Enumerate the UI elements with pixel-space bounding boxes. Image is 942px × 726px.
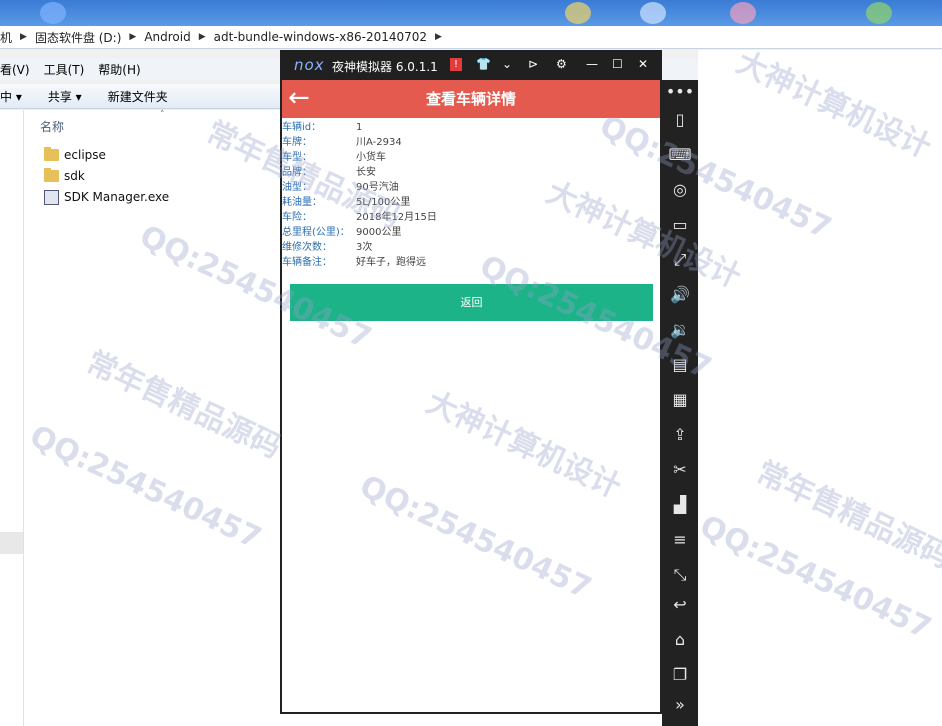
- exe-icon: [44, 189, 59, 205]
- taskbar-icon[interactable]: [730, 2, 756, 24]
- resize-icon[interactable]: ⤡: [662, 565, 698, 585]
- navigation-pane[interactable]: [0, 110, 24, 726]
- detail-label: 维修次数：: [282, 242, 332, 253]
- chevron-right-icon[interactable]: ▶: [20, 32, 27, 42]
- file-name: SDK Manager.exe: [64, 190, 170, 204]
- emulator-title: 夜神模拟器 6.0.1.1: [332, 60, 438, 74]
- minimize-icon[interactable]: —: [586, 57, 598, 71]
- breadcrumb-item[interactable]: 固态软件盘 (D:): [35, 29, 121, 46]
- address-bar[interactable]: 机 ▶ 固态软件盘 (D:) ▶ Android ▶ adt-bundle-windo…: [0, 26, 942, 49]
- nox-logo: nox: [294, 56, 325, 74]
- breadcrumb-item[interactable]: Android: [144, 30, 190, 44]
- page-title: 查看车辆详情: [425, 90, 516, 108]
- shirt-icon[interactable]: 👕: [476, 57, 491, 71]
- file-row[interactable]: SDK Manager.exe: [44, 187, 169, 207]
- maximize-icon[interactable]: ☐: [612, 57, 623, 71]
- taskbar-icon[interactable]: [640, 2, 666, 24]
- folder-icon: [44, 168, 59, 182]
- detail-value: 1: [356, 122, 363, 133]
- menu-help[interactable]: 帮助(H): [98, 61, 140, 78]
- file-row[interactable]: eclipse: [44, 145, 106, 165]
- navigation-selected-item[interactable]: [0, 532, 23, 554]
- chevron-down-icon[interactable]: ⌄: [502, 57, 512, 71]
- chevron-right-icon[interactable]: ▶: [199, 32, 206, 42]
- detail-value: 3次: [356, 242, 373, 253]
- taskbar-icon[interactable]: [565, 2, 591, 24]
- multi-instance-icon[interactable]: ▟: [662, 495, 698, 514]
- detail-row: 维修次数： 3次: [282, 240, 437, 255]
- recent-apps-icon[interactable]: ❐: [662, 665, 698, 684]
- detail-row: 车辆备注： 好车子，跑得远: [282, 255, 437, 270]
- detail-value: 好车子，跑得远: [356, 257, 426, 268]
- toolbar-share-button[interactable]: 共享 ▾: [48, 88, 82, 105]
- emulator-window: nox 夜神模拟器 6.0.1.1 ! 👕 ⌄ ⊳ ⚙ — ☐ ✕ 查看车辆详情…: [280, 50, 662, 714]
- home-icon[interactable]: ⌂: [662, 630, 698, 649]
- back-arrow-icon[interactable]: ←: [288, 84, 316, 112]
- column-header-name[interactable]: 名称: [40, 118, 64, 135]
- detail-label: 车辆备注：: [282, 257, 332, 268]
- more-icon[interactable]: •••: [662, 82, 698, 101]
- breadcrumb-item[interactable]: 机: [0, 29, 12, 46]
- warning-icon[interactable]: !: [450, 58, 462, 71]
- detail-row: 总里程(公里)： 9000公里: [282, 225, 437, 240]
- toolbar-include-button[interactable]: 中 ▾: [0, 88, 22, 105]
- detail-value: 川A-2934: [356, 137, 402, 148]
- upload-icon[interactable]: ⇪: [662, 425, 698, 444]
- chevron-right-icon[interactable]: ▶: [435, 32, 442, 42]
- folder-icon: [44, 147, 59, 161]
- breadcrumb-item[interactable]: adt-bundle-windows-x86-20140702: [214, 30, 427, 44]
- app-bar: 查看车辆详情 ←: [282, 80, 660, 118]
- desktop-taskbar-strip: [0, 0, 942, 26]
- sort-arrow-icon: ˄: [160, 110, 165, 120]
- gear-icon[interactable]: ⚙: [556, 57, 567, 71]
- shake-icon[interactable]: ▯: [662, 110, 698, 129]
- emulator-titlebar[interactable]: nox 夜神模拟器 6.0.1.1 ! 👕 ⌄ ⊳ ⚙ — ☐ ✕: [280, 50, 662, 80]
- expand-icon[interactable]: »: [662, 695, 698, 714]
- pin-icon[interactable]: ⊳: [528, 57, 538, 71]
- taskbar-icon[interactable]: [40, 2, 66, 24]
- toolbar-new-folder-button[interactable]: 新建文件夹: [108, 88, 168, 105]
- file-name: sdk: [64, 169, 85, 183]
- close-icon[interactable]: ✕: [638, 57, 648, 71]
- taskbar-icon[interactable]: [866, 2, 892, 24]
- back-icon[interactable]: ↩: [662, 595, 698, 614]
- chevron-right-icon[interactable]: ▶: [129, 32, 136, 42]
- file-name: eclipse: [64, 148, 106, 162]
- detail-value: 小货车: [356, 152, 386, 163]
- volume-up-icon[interactable]: 🔊: [662, 285, 698, 304]
- detail-label: 总里程(公里)：: [282, 227, 350, 238]
- menu-tools[interactable]: 工具(T): [44, 61, 85, 78]
- scissors-icon[interactable]: ✂: [662, 460, 698, 479]
- menu-view[interactable]: 看(V): [0, 61, 30, 78]
- menu-icon[interactable]: ≡: [662, 530, 698, 549]
- macro-icon[interactable]: ▦: [662, 390, 698, 409]
- file-row[interactable]: sdk: [44, 166, 85, 186]
- detail-label: 车辆id：: [282, 122, 322, 133]
- detail-row: 车辆id： 1: [282, 120, 437, 135]
